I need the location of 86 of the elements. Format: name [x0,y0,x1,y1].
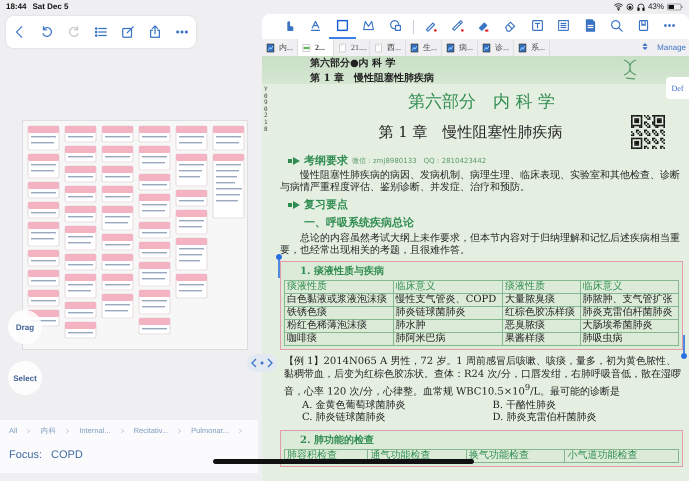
text-grid-icon[interactable] [557,19,570,32]
eraser-icon[interactable] [504,19,517,32]
answer-option: C. 肺炎链球菌肺炎 [302,412,492,424]
paragraph: 慢性阻塞性肺疾病的病因、发病机制、病理生理、临床表现、实验室和其他检查、诊断与病情严重程度评估、鉴别诊断、并发症、治疗和预防。 [280,170,681,194]
selection-handle-icon[interactable] [276,254,282,278]
document-thumbnail-icon [518,42,527,52]
column-header: 临床意义 [580,280,678,294]
subheading: 一、呼吸系统疾病总论 [304,215,415,230]
bookmark-icon[interactable] [636,19,650,32]
table-cell: 恶臭脓痰 [502,320,580,332]
notebook-icon [302,42,311,52]
wifi-icon [614,2,623,11]
paragraph: 总论的内容虽然考试大纲上未作要求，但本节内容对于归纳理解和记忆后述疾病相当重要，也经常出现相关的考题，且很难作答。 [280,233,681,257]
column-header: 临床意义 [393,280,502,294]
section-heading: 复习要点 [304,197,348,212]
document-thumbnail-icon [482,42,491,52]
table-cell: 白色黏液或浆液泡沫痰 [284,294,394,306]
status-time: 18:44 [6,2,26,11]
blank-page-icon [374,42,383,52]
shapes-icon[interactable] [388,19,402,32]
answer-option: A. 金黄色葡萄球菌肺炎 [302,400,492,412]
answer-option: D. 肺炎克雷伯杆菌肺炎 [492,412,683,424]
example-question: 【例 1】2014N065 A 男性，72 岁。1 周前感冒后咳嗽、咳痰，量多，初为黄色脓性、黏稠带血，后变为红棕色胶冻状。查体：R24 次/分，口唇发绀，右肺呼吸音低，散在湿啰音，心率 120 次/分，心律整。血常规 WBC10.5×10$^{9}$/L。最可能的诊断是 [284,356,682,399]
focus-value: COPD [51,449,83,461]
table-cell: 肺炎克雷伯杆菌肺炎 [580,306,678,320]
document-icon[interactable] [584,19,597,32]
edit-icon[interactable] [121,25,136,39]
document-thumbnail-icon [446,42,455,52]
column-header: 痰液性质 [502,280,580,294]
column-header: 痰液性质 [284,280,394,294]
arrow-bullet-icon [288,200,300,208]
table-title: 2. 肺功能的检查 [300,434,375,447]
table-title: 1. 痰液性质与疾病 [300,264,385,278]
text-box-icon[interactable] [530,19,544,32]
answer-option: B. 干酪性肺炎 [492,400,683,412]
status-date: Sat Dec 5 [32,2,68,11]
table-cell: 肺炎链球菌肺炎 [393,306,502,320]
battery-percent: 43% [648,2,664,11]
arrow-bullet-icon [288,156,300,164]
list-icon[interactable] [94,25,108,39]
share-icon[interactable] [148,25,162,39]
chevron-right-icon [120,428,125,434]
marker-icon[interactable] [450,19,464,32]
document-thumbnail-icon [266,42,275,52]
table-cell: 大量脓臭痰 [502,294,580,306]
manage-link[interactable]: Manage [657,43,686,52]
headphones-icon [636,2,645,10]
def-button[interactable]: Def [666,77,689,99]
blank-page-icon [338,42,347,52]
tab[interactable]: 2... [298,39,334,56]
focus-label: Focus: [9,449,42,461]
column-header: 小气道功能检查 [564,449,678,462]
chevron-right-icon [65,428,70,434]
drag-button[interactable]: Drag [8,310,42,344]
chevron-right-icon [26,428,32,434]
pane-divider-handle[interactable] [247,354,277,372]
table-cell: 肺阿米巴病 [393,332,502,346]
section-heading: 考纲要求 [304,153,348,168]
table-cell: 肺脓肿、支气管扩张 [580,294,678,306]
text-tool-icon[interactable] [309,19,322,32]
undo-icon[interactable] [40,25,54,39]
sort-icon [641,42,650,51]
table-cell: 大肠埃希菌肺炎 [580,320,678,332]
table-cell: 红棕色胶冻样痰 [502,306,580,320]
table-cell: 慢性支气管炎、COPD [393,294,502,306]
rotation-lock-icon [626,2,634,10]
chevron-right-icon [238,428,244,434]
lasso-icon[interactable] [362,19,376,32]
selection-handle-icon[interactable] [681,335,687,359]
table-cell: 肺水肿 [393,320,502,332]
chevron-right-icon [177,428,182,434]
table-cell: 铁锈色痰 [284,306,394,320]
table-cell: 咖啡痰 [284,332,394,346]
select-button[interactable]: Select [8,361,42,395]
search-icon[interactable] [610,19,624,32]
chapter-title: 第 1 章 慢性阻塞性肺疾病 [378,122,563,142]
part-title: 第六部分 内 科 学 [408,91,555,113]
rectangle-select-icon[interactable] [336,19,349,32]
running-head-part: 第六部分●内 科 学 [310,56,397,70]
table-cell: 粉红色稀薄泡沫痰 [284,320,394,332]
table-cell: 肺吸虫病 [580,332,678,346]
battery-icon [667,2,683,10]
table-cell: 果酱样痰 [502,332,580,346]
qr-code-icon [631,115,665,149]
document-thumbnail-icon [410,42,419,52]
running-head-chapter: 第 1 章 慢性阻塞性肺疾病 [310,71,434,84]
